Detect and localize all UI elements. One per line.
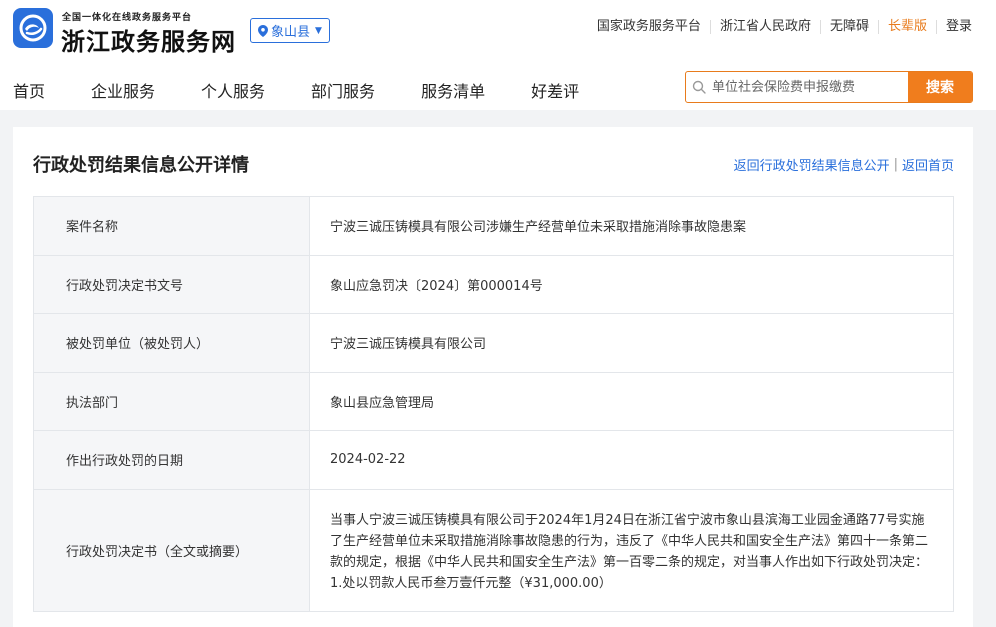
- row-label: 行政处罚决定书（全文或摘要）: [33, 488, 310, 612]
- table-row: 执法部门 象山县应急管理局: [33, 371, 954, 431]
- row-value: 宁波三诚压铸模具有限公司涉嫌生产经营单位未采取措施消除事故隐患案: [309, 196, 954, 256]
- table-row: 被处罚单位（被处罚人） 宁波三诚压铸模具有限公司: [33, 313, 954, 373]
- nav-department-services[interactable]: 部门服务: [311, 78, 375, 102]
- table-row: 案件名称 宁波三诚压铸模具有限公司涉嫌生产经营单位未采取措施消除事故隐患案: [33, 196, 954, 256]
- row-value: 当事人宁波三诚压铸模具有限公司于2024年1月24日在浙江省宁波市象山县滨海工业…: [309, 488, 954, 612]
- page-title: 行政处罚结果信息公开详情: [33, 155, 249, 176]
- link-provincial-government[interactable]: 浙江省人民政府: [709, 20, 820, 34]
- link-separator: |: [893, 157, 898, 172]
- panel-links: 返回行政处罚结果信息公开 | 返回首页: [734, 155, 954, 174]
- table-row: 作出行政处罚的日期 2024-02-22: [33, 430, 954, 490]
- row-label: 被处罚单位（被处罚人）: [33, 313, 310, 373]
- row-label: 行政处罚决定书文号: [33, 254, 310, 314]
- top-links: 国家政务服务平台 浙江省人民政府 无障碍 长辈版 登录: [588, 20, 972, 34]
- link-login[interactable]: 登录: [935, 20, 972, 34]
- row-value: 宁波三诚压铸模具有限公司: [309, 313, 954, 373]
- site-logo[interactable]: [13, 8, 53, 48]
- region-label: 象山县: [271, 25, 311, 40]
- link-accessibility[interactable]: 无障碍: [819, 20, 878, 34]
- nav-service-list[interactable]: 服务清单: [421, 78, 485, 102]
- row-label: 作出行政处罚的日期: [33, 430, 310, 490]
- search-icon: [686, 72, 712, 102]
- nav-enterprise-services[interactable]: 企业服务: [91, 78, 155, 102]
- table-row: 行政处罚决定书文号 象山应急罚决〔2024〕第000014号: [33, 254, 954, 314]
- back-to-list-link[interactable]: 返回行政处罚结果信息公开: [734, 155, 890, 174]
- row-value: 象山应急罚决〔2024〕第000014号: [309, 254, 954, 314]
- main-nav: 首页 企业服务 个人服务 部门服务 服务清单 好差评: [13, 78, 625, 102]
- nav-home[interactable]: 首页: [13, 78, 45, 102]
- search-button[interactable]: 搜索: [908, 72, 972, 102]
- row-value: 2024-02-22: [309, 430, 954, 490]
- row-value: 象山县应急管理局: [309, 371, 954, 431]
- search-input[interactable]: [712, 72, 908, 102]
- nav-rating[interactable]: 好差评: [531, 78, 579, 102]
- site-header: 全国一体化在线政务服务平台 浙江政务服务网 象山县 ▼ 国家政务服务平台 浙江省…: [0, 0, 996, 110]
- logo-swirl-icon: [19, 14, 47, 42]
- nav-personal-services[interactable]: 个人服务: [201, 78, 265, 102]
- caret-down-icon: ▼: [315, 25, 322, 36]
- table-row: 行政处罚决定书（全文或摘要） 当事人宁波三诚压铸模具有限公司于2024年1月24…: [33, 488, 954, 612]
- link-national-platform[interactable]: 国家政务服务平台: [588, 20, 710, 34]
- link-elder-mode[interactable]: 长辈版: [877, 20, 936, 34]
- detail-panel: 行政处罚结果信息公开详情 返回行政处罚结果信息公开 | 返回首页 案件名称 宁波…: [13, 127, 973, 627]
- region-selector[interactable]: 象山县 ▼: [250, 18, 330, 43]
- row-label: 执法部门: [33, 371, 310, 431]
- detail-table: 案件名称 宁波三诚压铸模具有限公司涉嫌生产经营单位未采取措施消除事故隐患案 行政…: [33, 196, 954, 612]
- brand-title[interactable]: 浙江政务服务网: [61, 22, 236, 57]
- back-to-home-link[interactable]: 返回首页: [902, 155, 954, 174]
- search-bar: 搜索: [685, 71, 973, 103]
- location-pin-icon: [258, 24, 268, 37]
- row-label: 案件名称: [33, 196, 310, 256]
